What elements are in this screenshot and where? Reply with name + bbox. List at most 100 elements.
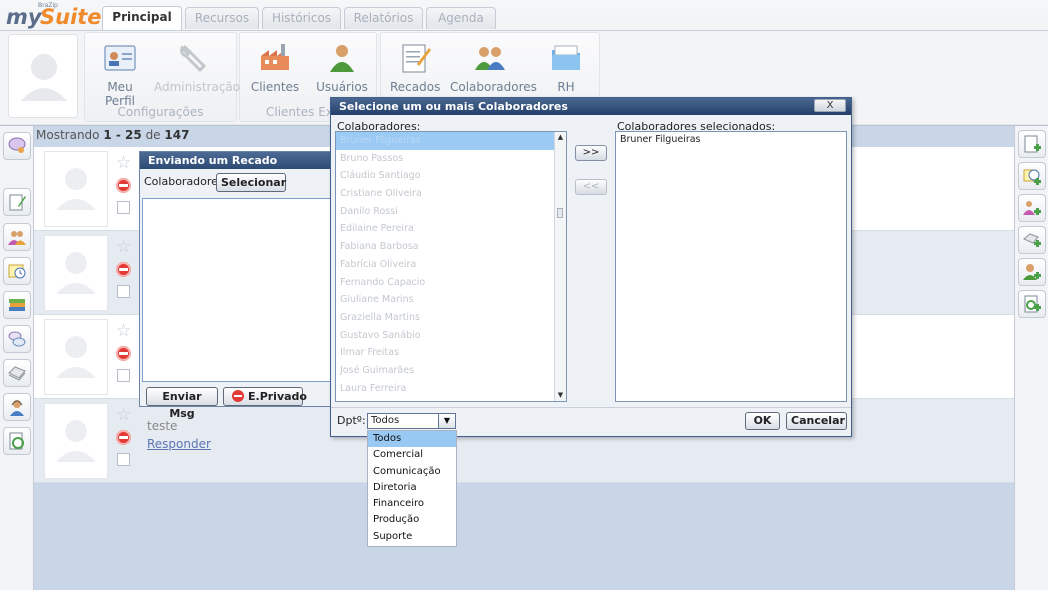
colaboradores-listbox[interactable]: Bruner Filgueiras Bruno Passos Cláudio S… (335, 131, 567, 402)
send-message-window: Enviando um Recado Colaboradores: Seleci… (139, 151, 337, 420)
ok-button[interactable]: OK (745, 412, 780, 430)
delete-icon[interactable] (116, 346, 131, 361)
user-add-icon (1023, 264, 1041, 280)
listbox-scrollbar[interactable]: ▲ ▼ (554, 132, 566, 401)
avatar (44, 403, 108, 479)
star-icon[interactable]: ☆ (116, 237, 131, 257)
avatar (44, 151, 108, 227)
list-item[interactable]: Danilo Rossi (336, 203, 566, 221)
tab-principal[interactable]: Principal (102, 6, 182, 30)
dropdown-option[interactable]: Todos (368, 431, 456, 448)
list-item[interactable]: Gustavo Sanábio (336, 327, 566, 345)
document-add-icon (1024, 135, 1041, 153)
list-item[interactable]: Ilmar Freitas (336, 344, 566, 362)
selecionar-button[interactable]: Selecionar (216, 173, 286, 192)
user-silhouette-icon (56, 252, 96, 294)
rh-button[interactable]: RH (544, 40, 588, 94)
colaboradores-button[interactable]: Colaboradores (450, 40, 537, 94)
add-contact-button[interactable] (1018, 194, 1046, 222)
add-refresh-button[interactable] (1018, 290, 1046, 318)
delete-icon[interactable] (116, 262, 131, 277)
star-icon[interactable]: ☆ (116, 153, 131, 173)
list-item[interactable]: José Guimarães (336, 362, 566, 380)
list-item[interactable]: Bruner Filgueiras (616, 132, 846, 147)
add-selected-button[interactable]: >> (575, 145, 607, 161)
dpto-dropdown-list: Todos Comercial Comunicação Diretoria Fi… (367, 430, 457, 547)
list-item[interactable]: Graziella Martins (336, 309, 566, 327)
reply-link[interactable]: Responder (147, 437, 211, 451)
delete-icon[interactable] (116, 430, 131, 445)
meu-perfil-button[interactable]: Meu Perfil (92, 40, 148, 108)
privado-button[interactable]: E.Privado (223, 387, 307, 406)
row-checkbox[interactable] (117, 201, 130, 214)
delete-icon[interactable] (116, 178, 131, 193)
scroll-down-icon[interactable]: ▼ (555, 390, 566, 401)
tab-recursos[interactable]: Recursos (185, 7, 259, 29)
dropdown-option[interactable]: Comercial (368, 447, 456, 463)
books-icon (9, 299, 25, 311)
new-message-button[interactable] (3, 188, 31, 216)
message-textarea[interactable] (142, 198, 334, 382)
list-item[interactable]: Fernando Capacio (336, 274, 566, 292)
dropdown-option[interactable]: Produção (368, 512, 456, 528)
row-checkbox[interactable] (117, 369, 130, 382)
meu-perfil-label: Meu Perfil (104, 80, 136, 108)
list-item[interactable]: Laura Ferreira (336, 380, 566, 398)
refresh-doc-button[interactable] (3, 427, 31, 455)
close-button[interactable]: X (814, 99, 846, 112)
books-button[interactable] (3, 291, 31, 319)
list-item[interactable]: Fabrícia Oliveira (336, 256, 566, 274)
send-message-title: Enviando um Recado (140, 152, 336, 169)
contacts-button[interactable] (3, 223, 31, 251)
scroll-up-icon[interactable]: ▲ (555, 132, 566, 143)
logo-suite: Suite (40, 5, 102, 29)
history-button[interactable] (3, 257, 31, 285)
profile-avatar (8, 34, 78, 118)
tab-agenda[interactable]: Agenda (426, 7, 496, 29)
selected-listbox[interactable]: Bruner Filgueiras (615, 131, 847, 402)
list-item[interactable]: Fabiana Barbosa (336, 238, 566, 256)
list-item[interactable]: Bruno Passos (336, 150, 566, 168)
messages-button[interactable] (3, 325, 31, 353)
avatar (44, 235, 108, 311)
archive-button[interactable] (3, 359, 31, 387)
recados-button[interactable]: Recados (390, 40, 440, 94)
row-checkbox[interactable] (117, 453, 130, 466)
star-icon[interactable]: ☆ (116, 321, 131, 341)
factory-icon (261, 44, 289, 70)
dropdown-option[interactable]: Financeiro (368, 496, 456, 512)
list-item[interactable]: Bruner Filgueiras (336, 132, 566, 150)
list-item[interactable]: Edilaine Pereira (336, 220, 566, 238)
dropdown-option[interactable]: Comunicação (368, 464, 456, 480)
administracao-button[interactable]: Administração (154, 40, 240, 94)
cancel-button[interactable]: Cancelar (786, 412, 847, 430)
tab-historicos[interactable]: Históricos (262, 7, 341, 29)
dpto-select[interactable]: Todos ▼ (367, 413, 456, 429)
row-checkbox[interactable] (117, 285, 130, 298)
add-note-button[interactable] (1018, 226, 1046, 254)
usuarios-button[interactable]: Usuários (316, 40, 368, 94)
right-toolbar (1014, 126, 1048, 590)
dropdown-option[interactable]: Suporte (368, 529, 456, 545)
enviar-msg-button[interactable]: Enviar Msg (146, 387, 218, 420)
user-icon (330, 45, 354, 72)
remove-selected-button[interactable]: << (575, 179, 607, 195)
list-item[interactable]: Cláudio Santiago (336, 167, 566, 185)
add-reminder-button[interactable] (1018, 162, 1046, 190)
chat-button[interactable] (3, 132, 31, 160)
tab-relatorios[interactable]: Relatórios (344, 7, 423, 29)
avatar (44, 319, 108, 395)
dropdown-option[interactable]: Diretoria (368, 480, 456, 496)
scroll-thumb[interactable] (557, 208, 563, 218)
privado-label: E.Privado (248, 390, 307, 403)
add-user-button[interactable] (1018, 258, 1046, 286)
list-item[interactable]: Giuliane Marins (336, 291, 566, 309)
star-icon[interactable]: ☆ (116, 405, 131, 425)
rh-label: RH (557, 80, 575, 94)
support-button[interactable] (3, 393, 31, 421)
clientes-button[interactable]: Clientes (250, 40, 300, 94)
notepad-pencil-icon (9, 194, 26, 211)
list-item[interactable]: Cristiane Oliveira (336, 185, 566, 203)
chevron-down-icon[interactable]: ▼ (438, 414, 455, 428)
add-document-button[interactable] (1018, 130, 1046, 158)
